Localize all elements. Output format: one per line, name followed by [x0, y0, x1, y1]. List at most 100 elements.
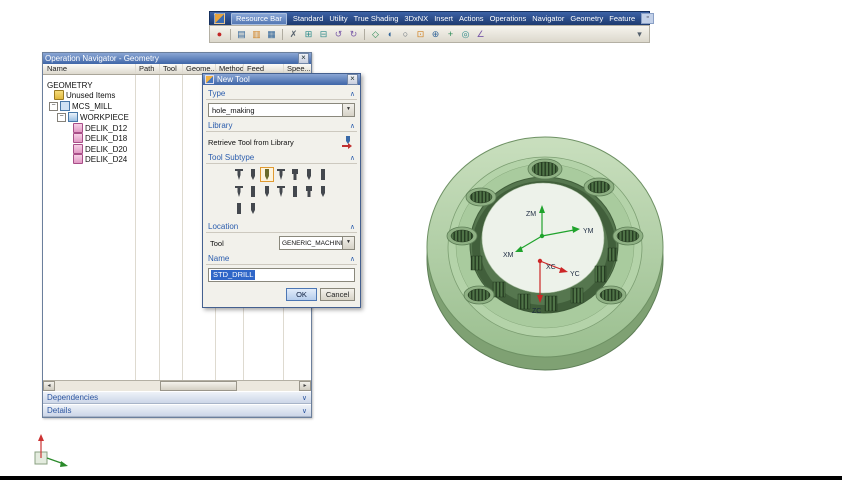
pan-icon[interactable]: + — [444, 28, 457, 41]
chevron-down-icon[interactable]: ∨ — [302, 394, 307, 402]
tool-dropdown[interactable]: GENERIC_MACHINE ▼ — [279, 236, 355, 250]
menu-navigator[interactable]: Navigator — [532, 12, 564, 25]
scrollbar-track[interactable] — [55, 381, 299, 391]
tool-subtype-icon[interactable] — [302, 167, 316, 182]
close-icon[interactable]: × — [347, 74, 358, 85]
tool-subtype-icon[interactable] — [274, 167, 288, 182]
workpiece-icon — [68, 112, 78, 122]
collapse-icon[interactable]: − — [57, 112, 66, 122]
tool-subtype-icon[interactable] — [316, 167, 330, 182]
tool-subtype-icon[interactable] — [260, 184, 274, 199]
chevron-down-icon[interactable]: ∨ — [302, 407, 307, 415]
column-header-path[interactable]: Path — [139, 64, 154, 74]
menu-geometry[interactable]: Geometry — [570, 12, 603, 25]
copy-icon[interactable]: ⊞ — [302, 28, 315, 41]
column-header-tool[interactable]: Tool — [163, 64, 177, 74]
tool-subtype-icon[interactable] — [302, 184, 316, 199]
open-icon[interactable]: ▥ — [250, 28, 263, 41]
wireframe-view-icon[interactable]: ○ — [399, 28, 412, 41]
chevron-down-icon[interactable]: ▼ — [342, 237, 354, 249]
chevron-down-icon[interactable]: ▼ — [342, 104, 354, 116]
tool-subtype-icon[interactable] — [316, 184, 330, 199]
tree-item-label: WORKPIECE — [80, 112, 129, 122]
tool-name-input[interactable]: STD_DRILL — [208, 268, 355, 282]
menu-true-shading[interactable]: True Shading — [354, 12, 399, 25]
tool-subtype-icon[interactable] — [274, 184, 288, 199]
menu-insert[interactable]: Insert — [434, 12, 453, 25]
tree-item-label: Unused Items — [66, 90, 116, 100]
retrieve-tool-icon[interactable] — [341, 135, 355, 149]
rotate-icon[interactable]: ◎ — [459, 28, 472, 41]
measure-icon[interactable]: ∠ — [474, 28, 487, 41]
collapse-icon[interactable]: − — [49, 101, 58, 111]
resource-bar-menu[interactable]: Resource Bar — [231, 12, 287, 25]
part-body — [426, 136, 664, 371]
fit-view-icon[interactable]: ⊡ — [414, 28, 427, 41]
horizontal-scrollbar[interactable]: ◂ ▸ — [43, 380, 311, 391]
undo-icon[interactable]: ↺ — [332, 28, 345, 41]
column-header-name[interactable]: Name — [47, 64, 67, 74]
menu-operations[interactable]: Operations — [490, 12, 527, 25]
menu-utility[interactable]: Utility — [329, 12, 347, 25]
menu-standard[interactable]: Standard — [293, 12, 323, 25]
type-group-header[interactable]: Type ∧ — [206, 88, 357, 100]
menu-3dxnx[interactable]: 3DxNX — [404, 12, 428, 25]
tool-subtype-group-header[interactable]: Tool Subtype ∧ — [206, 152, 357, 164]
redo-icon[interactable]: ↻ — [347, 28, 360, 41]
cut-icon[interactable]: ✗ — [287, 28, 300, 41]
tree-item-label: DELIK_D18 — [85, 133, 128, 143]
chevron-up-icon[interactable]: ∧ — [350, 255, 355, 263]
details-section[interactable]: Details ∨ — [43, 404, 311, 417]
tool-subtype-label: Tool Subtype — [208, 153, 255, 162]
close-icon[interactable]: × — [298, 53, 309, 64]
dock-icon[interactable]: ▫ — [641, 13, 655, 24]
tool-subtype-icon[interactable] — [232, 167, 246, 182]
orient-view-icon[interactable]: ◇ — [369, 28, 382, 41]
xm-axis-label: XM — [503, 252, 514, 259]
location-label: Location — [208, 222, 239, 231]
app-logo-icon — [214, 13, 225, 24]
scrollbar-thumb[interactable] — [160, 381, 237, 391]
paste-icon[interactable]: ⊟ — [317, 28, 330, 41]
scroll-right-icon[interactable]: ▸ — [299, 381, 311, 391]
column-gridline — [159, 64, 160, 74]
cancel-button[interactable]: Cancel — [320, 288, 355, 301]
new-icon[interactable]: ▤ — [235, 28, 248, 41]
type-dropdown[interactable]: hole_making ▼ — [208, 103, 355, 117]
library-group-header[interactable]: Library ∧ — [206, 120, 357, 132]
tool-subtype-icon[interactable] — [232, 201, 246, 216]
graphics-viewport[interactable]: ZM YM XM XC YC ZC — [415, 126, 675, 376]
tool-subtype-icon[interactable] — [232, 184, 246, 199]
tool-subtype-grid — [206, 164, 357, 219]
chevron-up-icon[interactable]: ∧ — [350, 223, 355, 231]
tool-value: GENERIC_MACHINE — [282, 239, 342, 247]
tool-subtype-icon[interactable] — [246, 201, 260, 216]
tree-item-label: DELIK_D24 — [85, 154, 128, 164]
tool-subtype-icon[interactable] — [288, 167, 302, 182]
name-group-header[interactable]: Name ∧ — [206, 253, 357, 265]
tool-subtype-icon[interactable] — [288, 184, 302, 199]
ok-button[interactable]: OK — [286, 288, 317, 301]
details-label: Details — [47, 406, 72, 415]
tool-subtype-icon[interactable] — [246, 184, 260, 199]
dependencies-section[interactable]: Dependencies ∨ — [43, 391, 311, 404]
menu-actions[interactable]: Actions — [459, 12, 484, 25]
location-group-header[interactable]: Location ∧ — [206, 221, 357, 233]
toolbar-titlebar[interactable]: Resource Bar Standard Utility True Shadi… — [209, 11, 655, 25]
more-tools-icon[interactable]: ▾ — [633, 28, 646, 41]
tool-label: Tool — [210, 238, 224, 248]
save-icon[interactable]: ▦ — [265, 28, 278, 41]
zoom-icon[interactable]: ⊕ — [429, 28, 442, 41]
chevron-up-icon[interactable]: ∧ — [350, 122, 355, 130]
navigator-titlebar[interactable]: Operation Navigator - Geometry × — [43, 53, 311, 64]
record-icon[interactable]: ● — [213, 28, 226, 41]
tool-subtype-icon-selected[interactable] — [260, 167, 274, 182]
dialog-titlebar[interactable]: New Tool × — [203, 74, 360, 85]
menu-feature[interactable]: Feature — [609, 12, 635, 25]
chevron-up-icon[interactable]: ∧ — [350, 154, 355, 162]
name-label: Name — [208, 254, 230, 263]
scroll-left-icon[interactable]: ◂ — [43, 381, 55, 391]
tool-subtype-icon[interactable] — [246, 167, 260, 182]
chevron-up-icon[interactable]: ∧ — [350, 90, 355, 98]
shaded-view-icon[interactable]: ◐ — [384, 28, 397, 41]
